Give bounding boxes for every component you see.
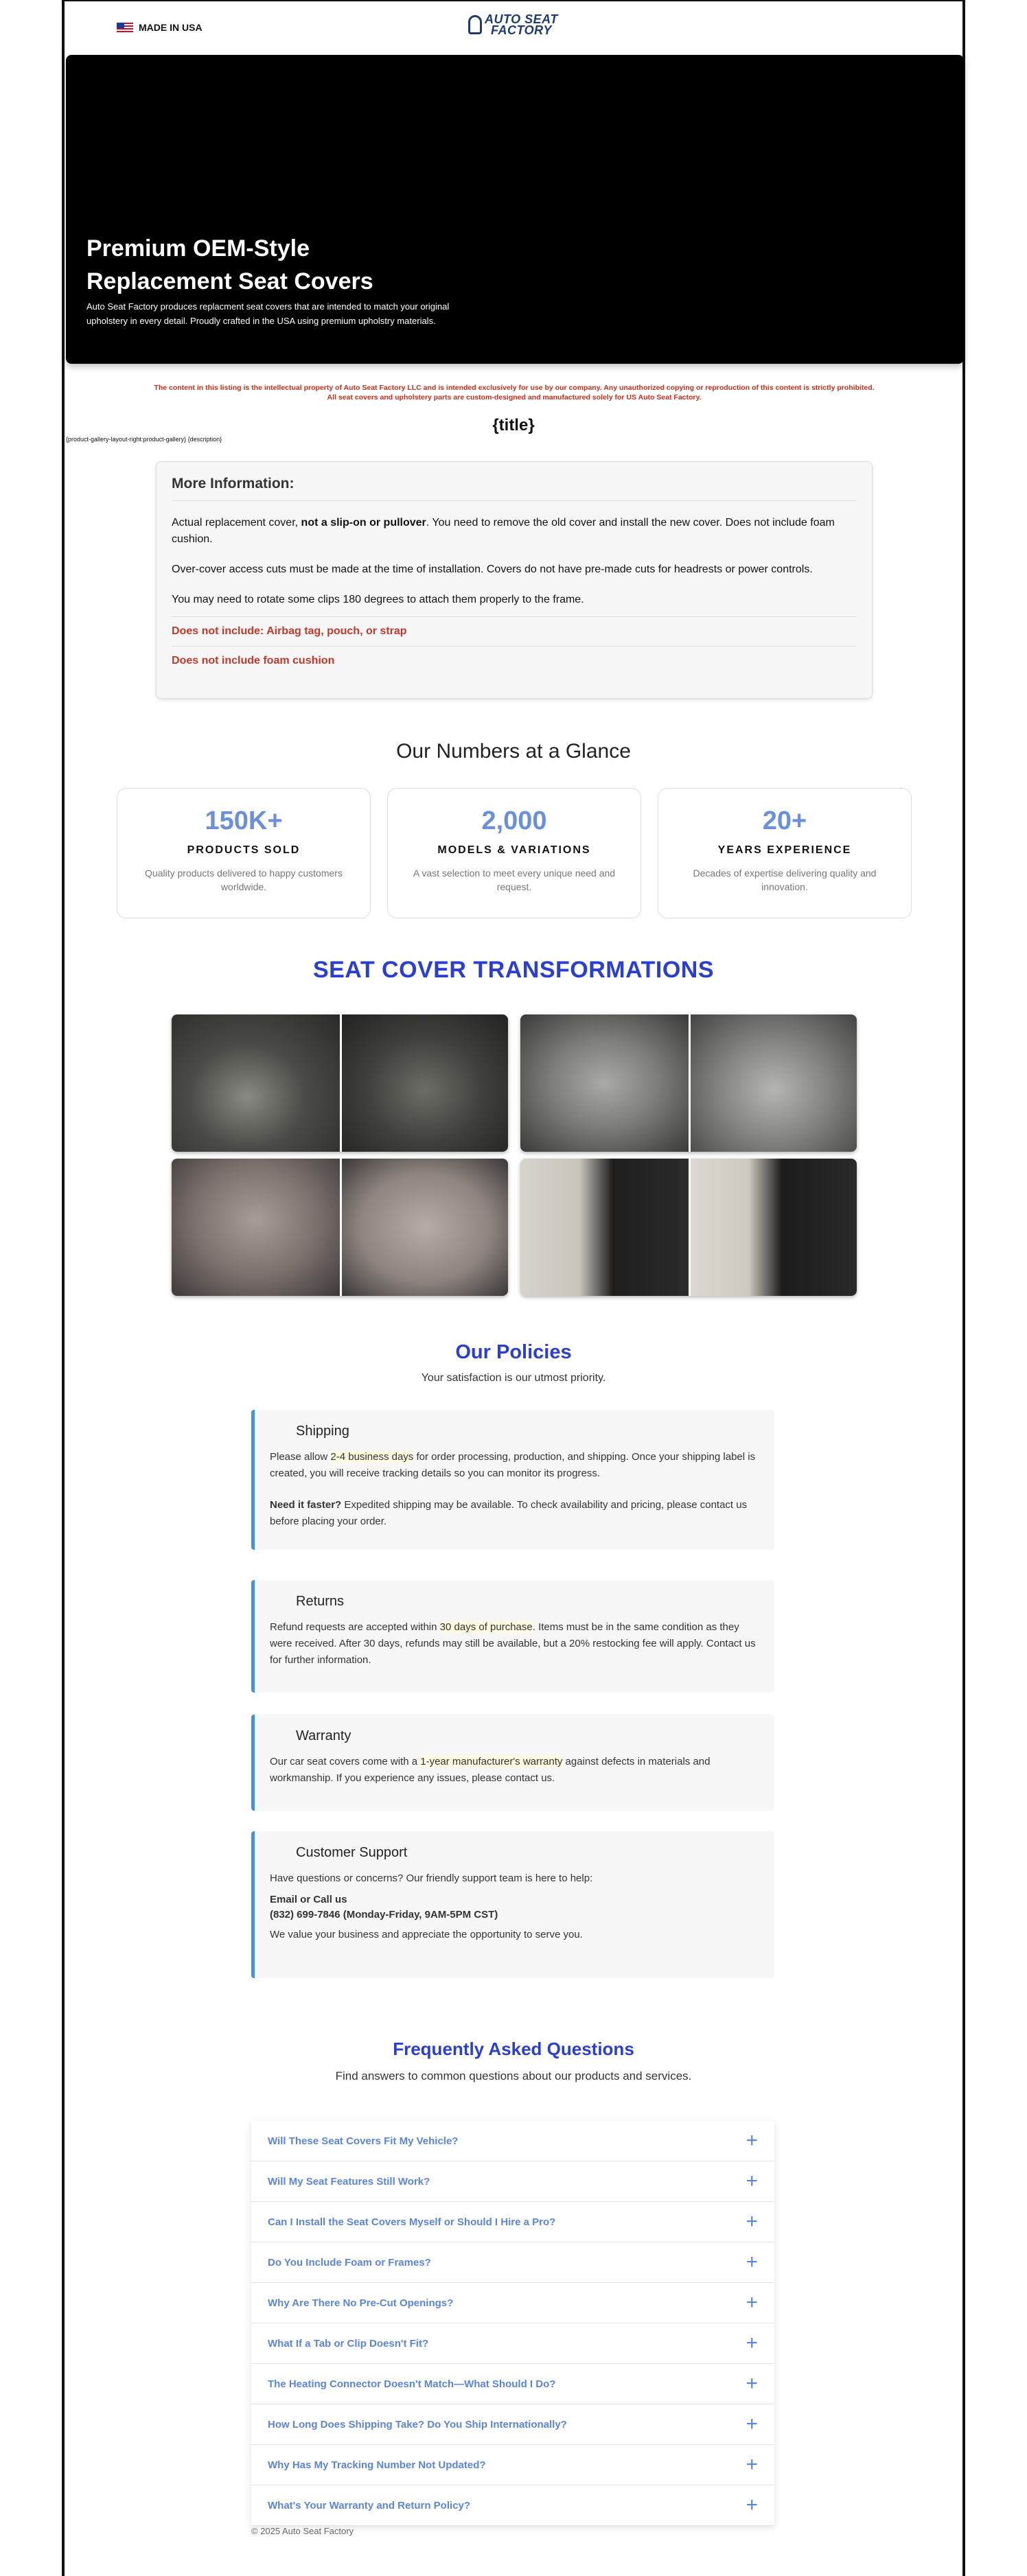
faq-item[interactable]: How Long Does Shipping Take? Do You Ship… bbox=[251, 2404, 774, 2445]
faq-header: Frequently Asked Questions Find answers … bbox=[65, 2039, 962, 2083]
more-info-p1: Actual replacement cover, not a slip-on … bbox=[172, 517, 835, 545]
logo[interactable]: AUTO SEAT FACTORY bbox=[468, 13, 558, 37]
more-info-p3: You may need to rotate some clips 180 de… bbox=[172, 594, 584, 605]
faq-item[interactable]: The Heating Connector Doesn't Match—What… bbox=[251, 2364, 774, 2404]
stat-card: 150K+ PRODUCTS SOLD Quality products del… bbox=[117, 788, 371, 918]
stat-card: 2,000 MODELS & VARIATIONS A vast selecti… bbox=[387, 788, 641, 918]
policy-text: Our car seat covers come with a 1-year m… bbox=[270, 1756, 711, 1784]
faq-item[interactable]: What's Your Warranty and Return Policy? + bbox=[251, 2485, 774, 2526]
policies-subtitle: Your satisfaction is our utmost priority… bbox=[421, 1372, 606, 1384]
faq-title: Frequently Asked Questions bbox=[393, 2039, 634, 2059]
logo-line2: FACTORY bbox=[490, 23, 552, 37]
plus-icon: + bbox=[746, 2332, 758, 2354]
transformation-photo bbox=[520, 1159, 857, 1296]
policies-header: Our Policies Your satisfaction is our ut… bbox=[65, 1341, 962, 1384]
hero-description: Auto Seat Factory produces replacment se… bbox=[86, 301, 450, 326]
page: MADE IN USA AUTO SEAT FACTORY Premium OE… bbox=[62, 0, 965, 2576]
ip-notice: The content in this listing is the intel… bbox=[154, 384, 875, 402]
faq-item[interactable]: Why Has My Tracking Number Not Updated? + bbox=[251, 2445, 774, 2485]
stat-desc: A vast selection to meet every unique ne… bbox=[413, 868, 616, 892]
more-info-p2: Over-cover access cuts must be made at t… bbox=[172, 564, 813, 575]
policy-title: Customer Support bbox=[296, 1845, 408, 1860]
policy-warranty: Warranty Our car seat covers come with a… bbox=[251, 1715, 774, 1811]
faq-item[interactable]: Will My Seat Features Still Work? + bbox=[251, 2161, 774, 2202]
stat-desc: Decades of expertise delivering quality … bbox=[693, 868, 877, 892]
stat-value: 2,000 bbox=[481, 807, 547, 835]
policy-title: Returns bbox=[296, 1594, 345, 1609]
stat-card: 20+ YEARS EXPERIENCE Decades of expertis… bbox=[658, 788, 912, 918]
email-link[interactable]: Email or Call us bbox=[270, 1894, 347, 1905]
plus-icon: + bbox=[746, 2453, 758, 2476]
faq-item[interactable]: Will These Seat Covers Fit My Vehicle? + bbox=[251, 2121, 774, 2161]
policy-text: We value your business and appreciate th… bbox=[270, 1929, 583, 1940]
policy-text: Refund requests are accepted within 30 d… bbox=[270, 1621, 756, 1666]
faq-item[interactable]: Do You Include Foam or Frames? + bbox=[251, 2242, 774, 2283]
plus-icon: + bbox=[746, 2129, 758, 2152]
phone-link[interactable]: (832) 699-7846 (Monday-Friday, 9AM-5PM C… bbox=[270, 1909, 498, 1921]
faq-item[interactable]: Can I Install the Seat Covers Myself or … bbox=[251, 2202, 774, 2242]
top-bar: MADE IN USA AUTO SEAT FACTORY bbox=[65, 1, 962, 55]
policy-text: Have questions or concerns? Our friendly… bbox=[270, 1872, 593, 1884]
more-info-heading: More Information: bbox=[172, 462, 857, 501]
stat-label: YEARS EXPERIENCE bbox=[717, 844, 852, 856]
more-information-box: More Information: Actual replacement cov… bbox=[156, 461, 873, 699]
footer-copyright: © 2025 Auto Seat Factory bbox=[251, 2526, 354, 2536]
faq-item[interactable]: Why Are There No Pre-Cut Openings? + bbox=[251, 2283, 774, 2323]
transformation-photo bbox=[172, 1159, 508, 1296]
stat-desc: Quality products delivered to happy cust… bbox=[145, 868, 343, 892]
plus-icon: + bbox=[746, 2372, 758, 2395]
product-title: {title} bbox=[492, 416, 535, 434]
made-in-usa-label: MADE IN USA bbox=[139, 22, 203, 33]
plus-icon: + bbox=[746, 2291, 758, 2314]
plus-icon: + bbox=[746, 2251, 758, 2273]
seat-logo-icon bbox=[468, 15, 482, 34]
numbers-title: Our Numbers at a Glance bbox=[396, 740, 631, 763]
gallery-placeholder: {product-gallery-layout-right:product-ga… bbox=[66, 436, 222, 443]
plus-icon: + bbox=[746, 2413, 758, 2435]
stat-label: MODELS & VARIATIONS bbox=[437, 844, 591, 856]
us-flag-icon bbox=[117, 22, 133, 33]
transformation-photo bbox=[520, 1014, 857, 1152]
transformations-title: SEAT COVER TRANSFORMATIONS bbox=[312, 957, 715, 983]
made-in-usa: MADE IN USA bbox=[117, 22, 203, 33]
faq-accordion: Will These Seat Covers Fit My Vehicle? + … bbox=[251, 2121, 774, 2526]
policy-text: Please allow 2-4 business days for order… bbox=[270, 1451, 756, 1479]
plus-icon: + bbox=[746, 2494, 758, 2516]
hero-banner: Premium OEM-Style Replacement Seat Cover… bbox=[66, 55, 964, 364]
stat-value: 20+ bbox=[762, 807, 807, 835]
policy-returns: Returns Refund requests are accepted wit… bbox=[251, 1580, 774, 1693]
hero-title: Premium OEM-Style Replacement Seat Cover… bbox=[86, 235, 373, 294]
policy-support: Customer Support Have questions or conce… bbox=[251, 1831, 774, 1978]
faq-item[interactable]: What If a Tab or Clip Doesn't Fit? + bbox=[251, 2323, 774, 2364]
policies-title: Our Policies bbox=[455, 1341, 572, 1363]
faq-subtitle: Find answers to common questions about o… bbox=[335, 2069, 692, 2082]
plus-icon: + bbox=[746, 2170, 758, 2192]
stat-label: PRODUCTS SOLD bbox=[187, 844, 301, 856]
stat-value: 150K+ bbox=[205, 807, 283, 835]
transformation-photo bbox=[172, 1014, 508, 1152]
policy-text: Need it faster? Expedited shipping may b… bbox=[270, 1499, 748, 1527]
policy-title: Warranty bbox=[296, 1728, 351, 1743]
policy-shipping: Shipping Please allow 2-4 business days … bbox=[251, 1410, 774, 1550]
warning-foam: Does not include foam cushion bbox=[172, 646, 857, 675]
policy-title: Shipping bbox=[296, 1424, 349, 1439]
plus-icon: + bbox=[746, 2210, 758, 2233]
warning-airbag: Does not include: Airbag tag, pouch, or … bbox=[172, 616, 857, 646]
